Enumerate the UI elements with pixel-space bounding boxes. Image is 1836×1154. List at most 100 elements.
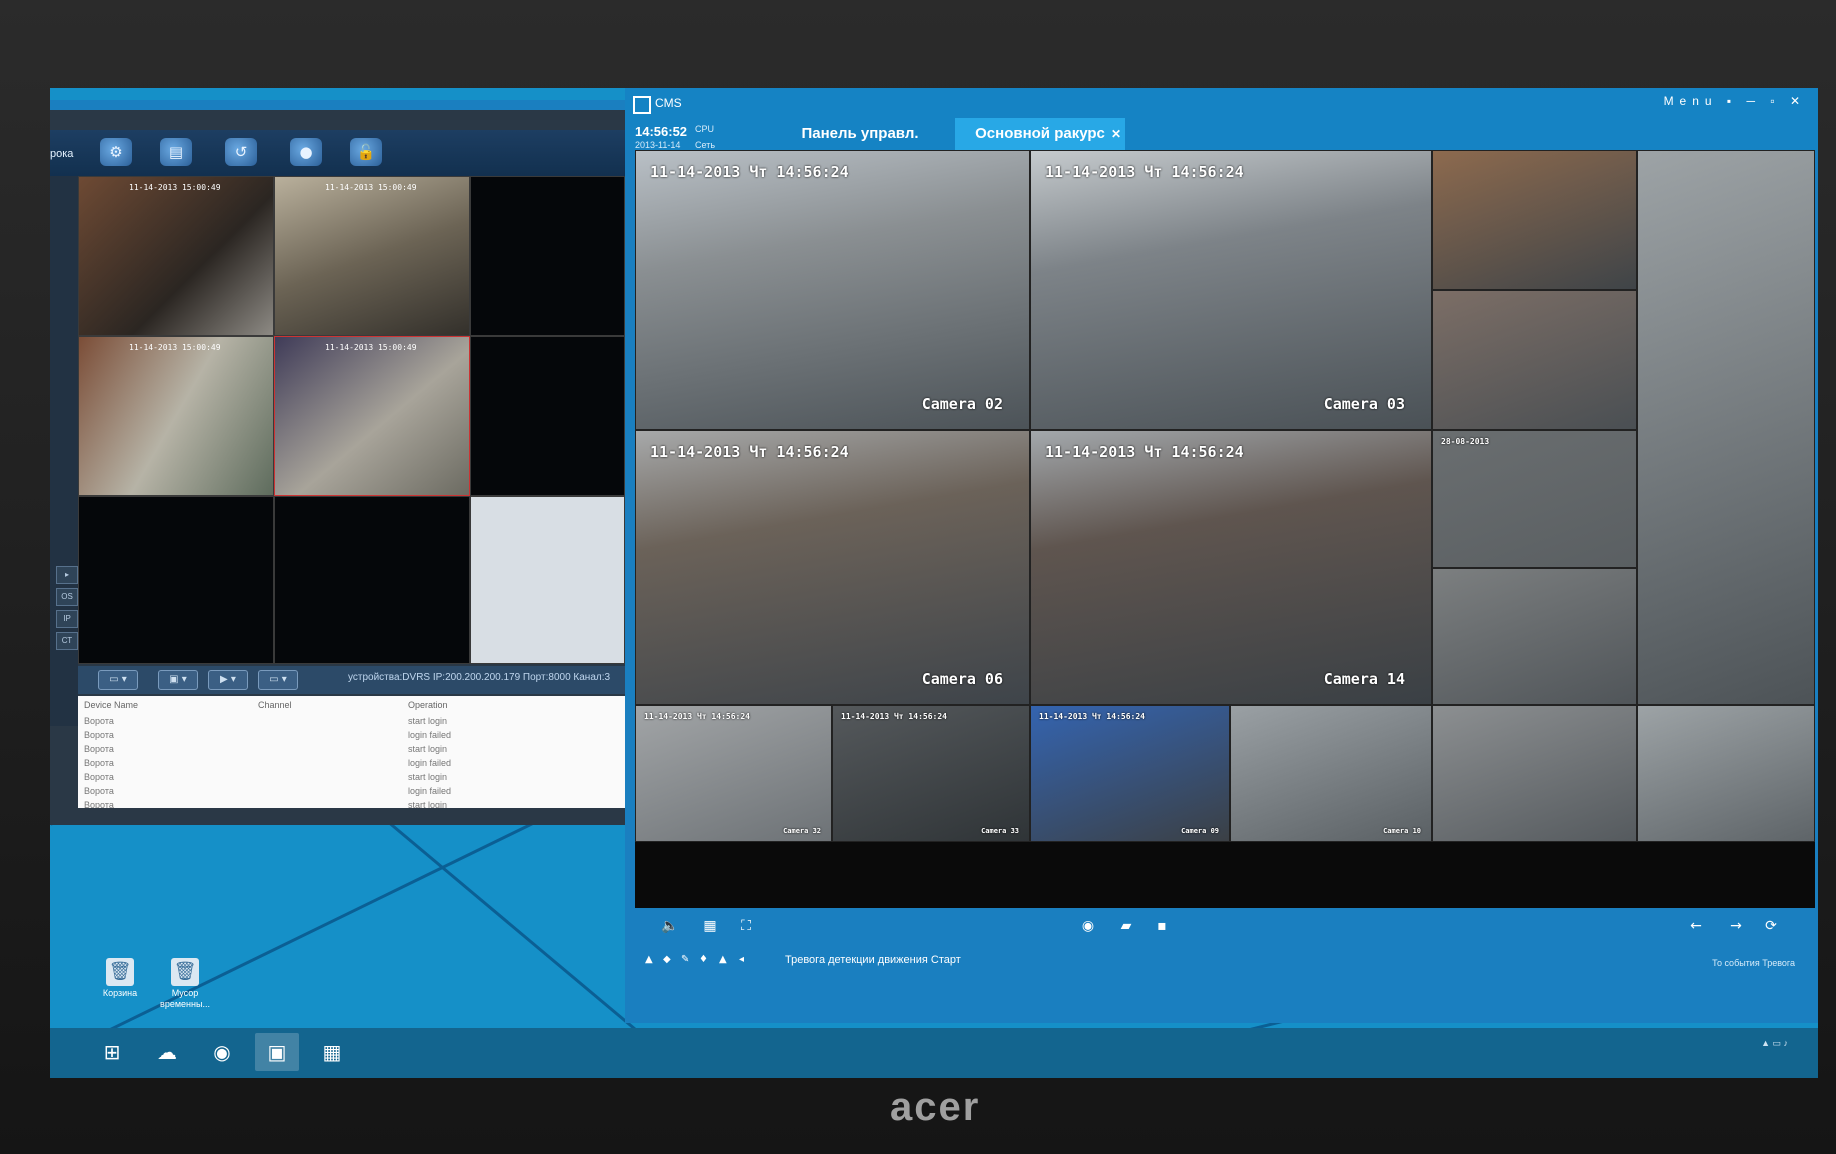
nvr-client-window: ⚙ ▤ ↺ ● 🔓 рока ▸ OS IP СТ 11-14-2013 15:… — [50, 100, 627, 825]
feed-timestamp: 11-14-2013 Чт 14:56:24 — [644, 712, 750, 721]
cms-status-bar: ▲ ◆ ✎ ♦ ▲ ◂ Тревога детекции движения Ст… — [635, 946, 1815, 976]
fullscreen-icon[interactable]: ⛶ — [735, 918, 757, 934]
tab-main-view-label: Основной ракурс — [975, 125, 1105, 142]
camera-feed-small[interactable] — [1637, 705, 1815, 842]
camera-feed-small[interactable]: 28-08-2013 — [1432, 430, 1637, 568]
feed-timestamp: 11-14-2013 Чт 14:56:24 — [650, 443, 849, 461]
cell-timestamp: 11-14-2013 15:00:49 — [129, 343, 221, 352]
audio-icon[interactable]: 🔈 — [659, 918, 681, 934]
folder-icon[interactable]: ▰ — [1115, 918, 1137, 934]
video-cell[interactable]: 11-14-2013 15:00:49 — [78, 176, 274, 336]
video-cell-empty[interactable] — [470, 336, 625, 496]
cms-window: CMS 14:56:52 2013-11-14 CPU Сеть Панель … — [625, 88, 1818, 1023]
cms-date: 2013-11-14 — [635, 140, 681, 150]
start-button[interactable]: ⊞ — [90, 1033, 134, 1071]
log-operation: login failed — [408, 786, 452, 796]
lock-icon[interactable]: 🔓 — [350, 138, 382, 166]
camera-feed-small[interactable]: Camera 10 — [1230, 705, 1432, 842]
video-cell-empty[interactable] — [470, 176, 625, 336]
snapshot-icon[interactable]: ▪ — [1151, 918, 1173, 934]
video-cell-empty[interactable] — [470, 496, 625, 664]
menu-label[interactable]: Menu — [1664, 94, 1718, 108]
camera-label: Camera 03 — [1323, 395, 1405, 413]
cpu-indicator: CPU — [695, 124, 715, 134]
side-button[interactable]: СТ — [56, 632, 78, 650]
close-tab-icon[interactable]: ✕ — [1111, 118, 1121, 150]
video-cell-empty[interactable] — [78, 496, 274, 664]
taskbar: ⊞ ☁ ◉ ▣ ▦ ▲ ▭ ♪ — [50, 1028, 1818, 1078]
log-operation: start login — [408, 716, 448, 726]
camera-label: Camera 06 — [921, 670, 1003, 688]
desktop-screen: ⚙ ▤ ↺ ● 🔓 рока ▸ OS IP СТ 11-14-2013 15:… — [50, 88, 1818, 1078]
refresh-icon[interactable]: ⟳ — [1760, 918, 1782, 934]
temp-bin-icon[interactable]: 🗑 Мусор временны... — [155, 958, 215, 1010]
tab-main-view[interactable]: Основной ракурс ✕ — [955, 118, 1125, 150]
side-button[interactable]: OS — [56, 588, 78, 606]
video-cell-empty[interactable] — [274, 496, 470, 664]
status-icon: ✎ — [681, 954, 690, 965]
feed-timestamp: 28-08-2013 — [1441, 437, 1490, 446]
layout-icon[interactable]: ▦ — [699, 918, 721, 934]
nvr-taskbar-icon[interactable]: ▦ — [310, 1033, 354, 1071]
layout-button[interactable]: ▭ ▾ — [98, 670, 138, 690]
alarm-message: Тревога детекции движения Старт — [785, 954, 961, 966]
status-right-links[interactable]: То события Тревога — [1712, 958, 1795, 968]
video-cell-selected[interactable]: 11-14-2013 15:00:49 — [274, 336, 470, 496]
camera-label: Camera 33 — [981, 827, 1019, 835]
taskbar-app-icon[interactable]: ☁ — [145, 1033, 189, 1071]
device-icon[interactable]: ⚙ — [100, 138, 132, 166]
window-controls[interactable]: Menu ▪ ─ ▫ ✕ — [1664, 94, 1806, 108]
record-icon[interactable]: ● — [290, 138, 322, 166]
log-operation: start login — [408, 744, 448, 754]
log-operation: start login — [408, 800, 448, 808]
cms-taskbar-icon[interactable]: ▣ — [255, 1033, 299, 1071]
recycle-bin-icon[interactable]: 🗑 Корзина — [90, 958, 150, 999]
record-button[interactable]: ▶ ▾ — [208, 670, 248, 690]
desktop-icon-label: Мусор временны... — [160, 988, 210, 1009]
log-device: Ворота — [84, 786, 114, 796]
trash-icon: 🗑 — [106, 958, 134, 986]
side-button[interactable]: ▸ — [56, 566, 78, 584]
cms-header: CMS 14:56:52 2013-11-14 CPU Сеть Панель … — [625, 88, 1818, 150]
log-device: Ворота — [84, 800, 114, 808]
feed-timestamp: 11-14-2013 Чт 14:56:24 — [1045, 443, 1244, 461]
video-cell[interactable]: 11-14-2013 15:00:49 — [274, 176, 470, 336]
device-list-icon[interactable]: ▤ — [160, 138, 192, 166]
video-wall: 11-14-2013 Чт 14:56:24 Camera 02 11-14-201… — [635, 150, 1815, 908]
status-icon: ▲ — [645, 954, 653, 965]
camera-feed-small[interactable] — [1432, 705, 1637, 842]
record-icon[interactable]: ◉ — [1077, 918, 1099, 934]
side-button[interactable]: IP — [56, 610, 78, 628]
camera-label: Camera 09 — [1181, 827, 1219, 835]
camera-feed[interactable]: 11-14-2013 Чт 14:56:24 Camera 03 — [1030, 150, 1432, 430]
camera-feed-small[interactable] — [1432, 568, 1637, 705]
camera-feed[interactable]: 11-14-2013 Чт 14:56:24 Camera 02 — [635, 150, 1030, 430]
nvr-title-strip — [50, 100, 625, 110]
feed-timestamp: 11-14-2013 Чт 14:56:24 — [1039, 712, 1145, 721]
feed-timestamp: 11-14-2013 Чт 14:56:24 — [650, 163, 849, 181]
cms-control-bar: 🔈 ▦ ⛶ ◉ ▰ ▪ ← → ⟳ — [635, 908, 1815, 946]
video-cell[interactable]: 11-14-2013 15:00:49 — [78, 336, 274, 496]
desktop-icon-label: Корзина — [102, 988, 138, 998]
camera-feed-small[interactable]: 11-14-2013 Чт 14:56:24 Camera 33 — [832, 705, 1030, 842]
monitor-brand-logo: acer — [890, 1085, 981, 1129]
chrome-icon[interactable]: ◉ — [200, 1033, 244, 1071]
camera-feed-small[interactable] — [1432, 150, 1637, 290]
system-tray: ▲ ▭ ♪ — [1761, 1038, 1788, 1048]
view-button[interactable]: ▭ ▾ — [258, 670, 298, 690]
log-operation: login failed — [408, 758, 452, 768]
snapshot-button[interactable]: ▣ ▾ — [158, 670, 198, 690]
tab-control-panel[interactable]: Панель управл. — [775, 118, 945, 150]
status-icon: ▲ — [719, 954, 727, 965]
camera-feed-small[interactable]: 11-14-2013 Чт 14:56:24 Camera 32 — [635, 705, 832, 842]
forward-icon[interactable]: → — [1725, 918, 1747, 934]
cell-timestamp: 11-14-2013 15:00:49 — [325, 183, 417, 192]
camera-feed[interactable]: 11-14-2013 Чт 14:56:24 Camera 06 — [635, 430, 1030, 705]
back-icon[interactable]: ← — [1685, 918, 1707, 934]
network-indicator: Сеть — [695, 140, 716, 150]
playback-icon[interactable]: ↺ — [225, 138, 257, 166]
camera-feed[interactable]: 11-14-2013 Чт 14:56:24 Camera 14 — [1030, 430, 1432, 705]
camera-feed-small[interactable]: 11-14-2013 Чт 14:56:24 Camera 09 — [1030, 705, 1230, 842]
camera-feed-small[interactable] — [1432, 290, 1637, 430]
event-log-table: Device Name Channel Operation Ворота sta… — [78, 696, 625, 808]
